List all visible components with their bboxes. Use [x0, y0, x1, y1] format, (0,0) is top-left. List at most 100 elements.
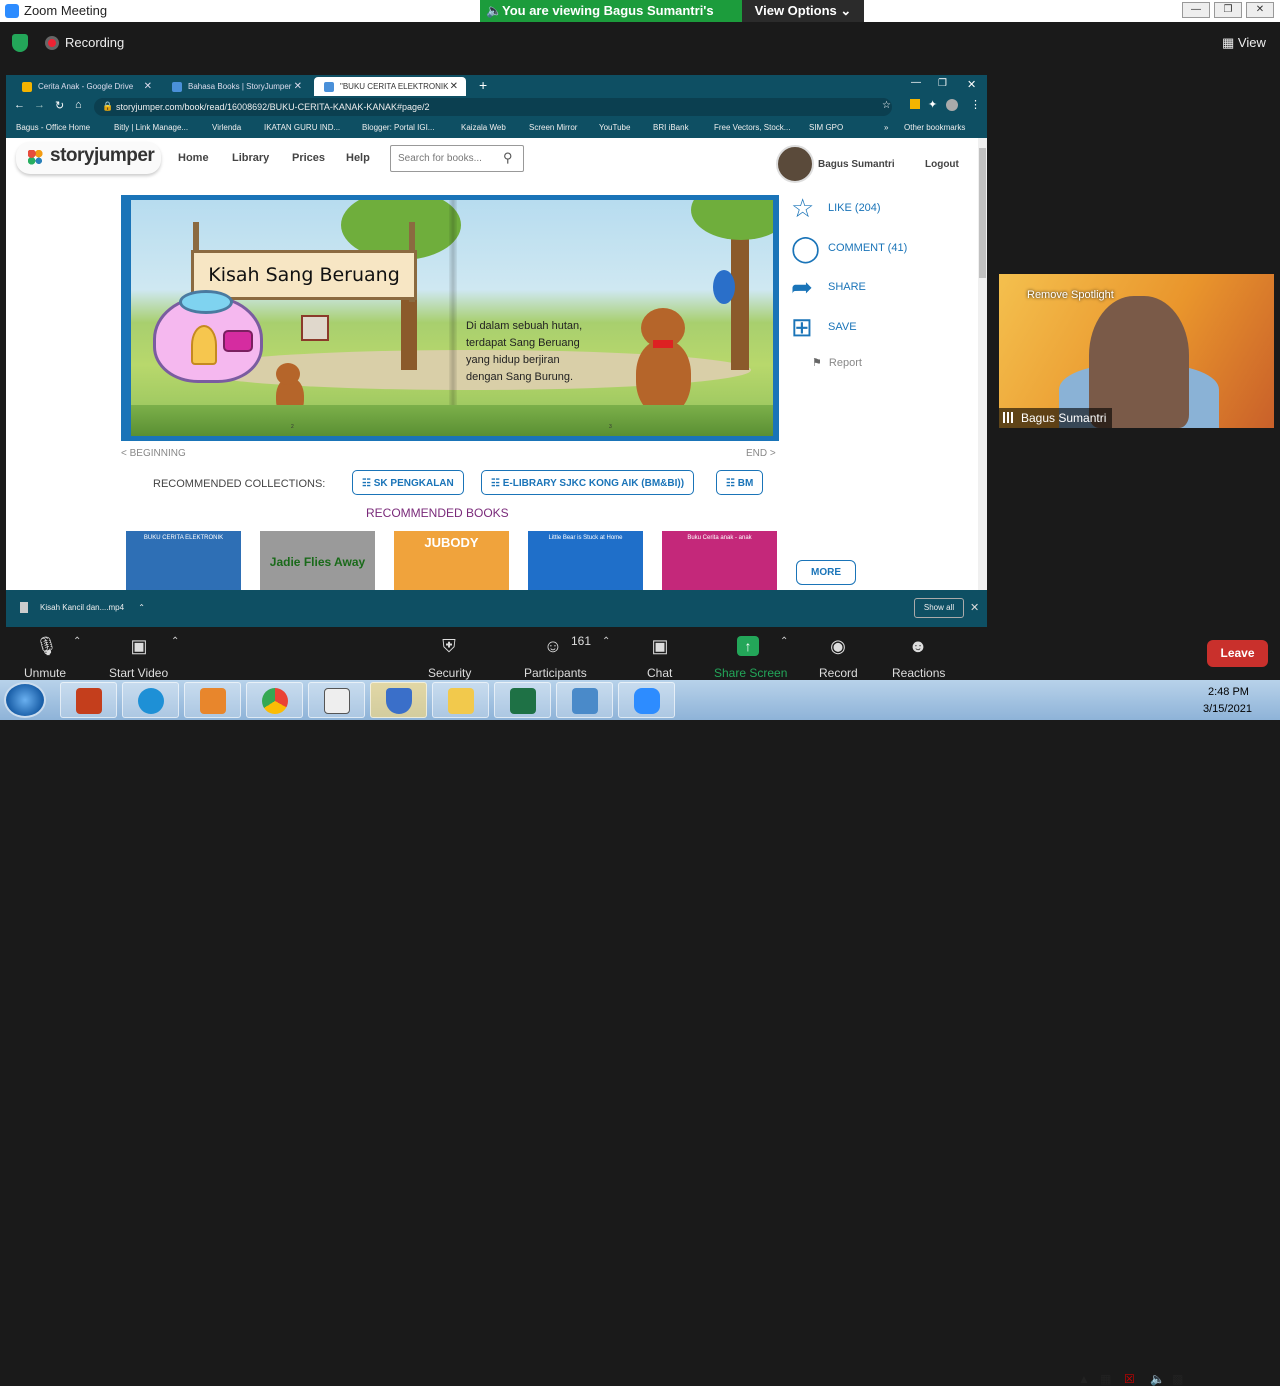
- close-window-button[interactable]: ✕: [1246, 2, 1274, 18]
- book-thumbnail[interactable]: Buku Cerita anak - anak: [662, 531, 777, 590]
- forward-icon[interactable]: →: [34, 99, 45, 111]
- profile-avatar[interactable]: [946, 99, 958, 111]
- end-link[interactable]: END >: [746, 448, 776, 459]
- speaker-video-tile[interactable]: Remove Spotlight Bagus Sumantri: [999, 274, 1274, 428]
- muted-mic-icon[interactable]: 🎙: [35, 636, 58, 656]
- other-bookmarks[interactable]: Other bookmarks: [904, 123, 965, 132]
- collection-button[interactable]: ☷ SK PENGKALAN: [352, 470, 464, 495]
- chevron-up-icon[interactable]: ⌃: [171, 636, 179, 647]
- participants-button[interactable]: Participants: [524, 666, 587, 680]
- tab-storyjumper-bahasa[interactable]: Bahasa Books | StoryJumper ✕: [162, 77, 310, 96]
- close-tab-icon[interactable]: ✕: [144, 81, 152, 92]
- taskbar-app-security[interactable]: [370, 682, 427, 718]
- book-thumbnail[interactable]: BUKU CERITA ELEKTRONIK: [126, 531, 241, 590]
- beginning-link[interactable]: < BEGINNING: [121, 448, 186, 459]
- more-button[interactable]: MORE: [796, 560, 856, 585]
- download-item[interactable]: Kisah Kancil dan....mp4 ⌃: [40, 603, 145, 612]
- reload-icon[interactable]: ↻: [55, 99, 64, 112]
- view-button[interactable]: ▦ View: [1222, 35, 1266, 51]
- record-icon[interactable]: ◉: [827, 636, 849, 656]
- bookmark-item[interactable]: Blogger: Portal IGI...: [362, 123, 434, 132]
- leave-button[interactable]: Leave: [1207, 640, 1268, 667]
- taskbar-app-chrome[interactable]: [246, 682, 303, 718]
- taskbar-app-explorer[interactable]: [432, 682, 489, 718]
- book-spread[interactable]: Kisah Sang Beruang Di dalam sebuah hutan…: [131, 200, 773, 436]
- start-video-button[interactable]: Start Video: [109, 666, 168, 680]
- chevron-up-icon[interactable]: ⌃: [138, 603, 145, 612]
- shield-icon[interactable]: ⛨: [438, 636, 460, 656]
- home-icon[interactable]: ⌂: [75, 99, 82, 111]
- chat-bubble-icon[interactable]: ▣: [649, 636, 671, 656]
- avatar[interactable]: [776, 145, 814, 183]
- puzzle-icon[interactable]: ✦: [928, 98, 937, 111]
- taskbar-app-zoom[interactable]: [618, 682, 675, 718]
- nav-home[interactable]: Home: [178, 152, 209, 164]
- security-button[interactable]: Security: [428, 666, 471, 680]
- record-button[interactable]: Record: [819, 666, 858, 680]
- minimize-icon[interactable]: —: [911, 77, 921, 88]
- book-thumbnail[interactable]: JUBODY: [394, 531, 509, 590]
- network-error-icon[interactable]: ☒: [1124, 1372, 1135, 1386]
- taskbar-app-ie[interactable]: [122, 682, 179, 718]
- bookmark-item[interactable]: Bitly | Link Manage...: [114, 123, 188, 132]
- close-tab-icon[interactable]: ✕: [450, 81, 458, 92]
- tab-buku-cerita[interactable]: "BUKU CERITA ELEKTRONIK ✕: [314, 77, 466, 96]
- close-downloads-icon[interactable]: ✕: [970, 601, 979, 614]
- url-field[interactable]: 🔒 storyjumper.com/book/read/16008692/BUK…: [94, 98, 892, 116]
- new-tab-icon[interactable]: +: [479, 77, 487, 93]
- bookmark-item[interactable]: IKATAN GURU IND...: [264, 123, 340, 132]
- chevron-up-icon[interactable]: ⌃: [73, 636, 81, 647]
- bookmark-item[interactable]: Screen Mirror: [529, 123, 577, 132]
- search-icon[interactable]: ⚲: [503, 150, 513, 166]
- restore-button[interactable]: ❐: [1214, 2, 1242, 18]
- clock-time[interactable]: 2:48 PM: [1208, 686, 1249, 698]
- nav-prices[interactable]: Prices: [292, 152, 325, 164]
- chevron-up-icon[interactable]: ⌃: [602, 636, 610, 647]
- show-all-button[interactable]: Show all: [914, 598, 964, 618]
- taskbar-app-excel[interactable]: [494, 682, 551, 718]
- share-screen-icon[interactable]: ↑: [737, 636, 759, 656]
- report-link[interactable]: ⚑ Report: [812, 356, 862, 369]
- bookmark-item[interactable]: SIM GPO: [809, 123, 843, 132]
- remove-spotlight-button[interactable]: Remove Spotlight: [1027, 289, 1114, 301]
- participants-icon[interactable]: ☺: [542, 636, 564, 656]
- bookmark-item[interactable]: Free Vectors, Stock...: [714, 123, 790, 132]
- reactions-button[interactable]: Reactions: [892, 666, 945, 680]
- show-hidden-icons[interactable]: ▲: [1078, 1372, 1090, 1386]
- unmute-button[interactable]: Unmute: [24, 666, 66, 680]
- page-scrollbar[interactable]: [978, 138, 987, 590]
- nav-help[interactable]: Help: [346, 152, 370, 164]
- username[interactable]: Bagus Sumantri: [818, 159, 895, 170]
- bookmark-item[interactable]: Virlenda: [212, 123, 241, 132]
- bookmark-item[interactable]: Bagus - Office Home: [16, 123, 90, 132]
- book-thumbnail[interactable]: Little Bear is Stuck at Home: [528, 531, 643, 590]
- star-icon[interactable]: ☆: [882, 100, 891, 111]
- taskbar-app-document[interactable]: [308, 682, 365, 718]
- start-button[interactable]: [4, 682, 46, 718]
- chevron-up-icon[interactable]: ⌃: [780, 636, 788, 647]
- bookmark-item[interactable]: Kaizala Web: [461, 123, 506, 132]
- share-screen-button[interactable]: Share Screen: [714, 666, 787, 680]
- bookmark-item[interactable]: YouTube: [599, 123, 630, 132]
- menu-dots-icon[interactable]: ⋮: [970, 98, 981, 111]
- close-icon[interactable]: ✕: [967, 78, 976, 91]
- close-tab-icon[interactable]: ✕: [294, 81, 302, 92]
- chat-button[interactable]: Chat: [647, 666, 672, 680]
- extension-icon[interactable]: [910, 99, 920, 109]
- scroll-thumb[interactable]: [979, 148, 986, 278]
- smiley-plus-icon[interactable]: ☻: [907, 636, 929, 656]
- view-options-button[interactable]: View Options ⌄: [742, 0, 864, 22]
- volume-icon[interactable]: 🔈: [1150, 1372, 1165, 1386]
- taskbar-app-media[interactable]: [184, 682, 241, 718]
- back-icon[interactable]: ←: [14, 99, 25, 111]
- book-viewer[interactable]: Kisah Sang Beruang Di dalam sebuah hutan…: [121, 195, 779, 441]
- search-input[interactable]: Search for books... ⚲: [390, 145, 524, 172]
- storyjumper-logo[interactable]: storyjumper: [16, 142, 161, 174]
- tray-app-icon[interactable]: ▦: [1100, 1372, 1111, 1386]
- tab-google-drive[interactable]: Cerita Anak - Google Drive ✕: [12, 77, 160, 96]
- more-bookmarks-chevron[interactable]: »: [884, 123, 888, 132]
- minimize-button[interactable]: —: [1182, 2, 1210, 18]
- taskbar-app-powerpoint[interactable]: [60, 682, 117, 718]
- bookmark-item[interactable]: BRI iBank: [653, 123, 689, 132]
- video-off-icon[interactable]: ▣: [128, 636, 150, 656]
